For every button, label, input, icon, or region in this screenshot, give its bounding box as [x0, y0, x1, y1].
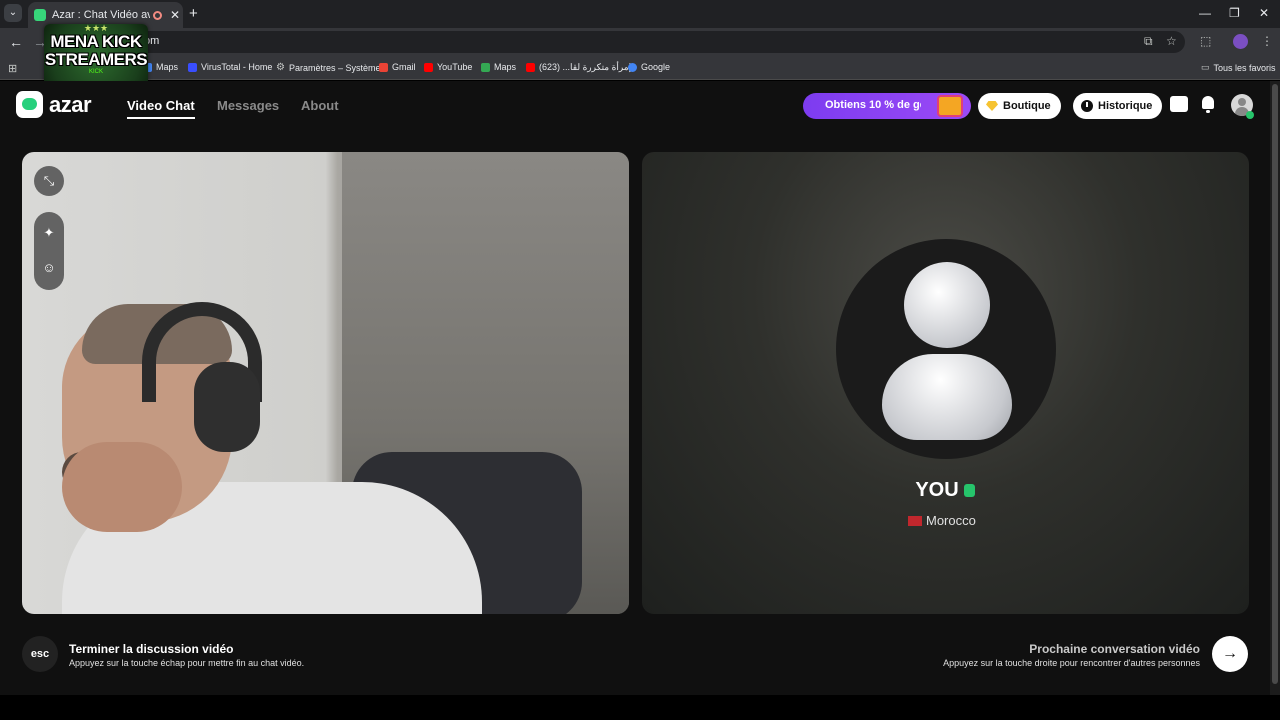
avatar-head [1238, 98, 1246, 106]
gem-icon [986, 101, 998, 111]
bookmark-gmail[interactable]: Gmail [379, 62, 416, 72]
menu-kebab-icon[interactable]: ⋮ [1261, 34, 1273, 48]
profile-avatar-icon[interactable] [1233, 34, 1248, 49]
gear-icon: ⚙ [276, 62, 285, 73]
clock-icon [1081, 100, 1093, 112]
youtube-icon [424, 62, 433, 72]
apps-grid-icon[interactable]: ⊞ [8, 62, 17, 75]
gmail-icon [379, 62, 388, 72]
all-bookmarks-label: Tous les favoris [1213, 62, 1276, 73]
bookmarks-bar: ⊞ Maps VirusTotal - Home ⚙ Paramètres – S… [0, 56, 1280, 80]
verified-shield-icon [964, 484, 975, 497]
all-bookmarks[interactable]: ▭ Tous les favoris [1201, 62, 1276, 73]
browser-toolbar: ← → om ⧉ ☆ ⬚ ⋮ [0, 28, 1280, 56]
restore-icon[interactable]: ❐ [1229, 6, 1240, 20]
scrollbar-thumb[interactable] [1272, 84, 1278, 684]
maps-icon [481, 62, 490, 72]
history-label: Historique [1098, 100, 1153, 112]
verified-badge-icon [1246, 111, 1254, 119]
window-close-icon[interactable]: ✕ [1259, 6, 1269, 20]
next-chat-title: Prochaine conversation vidéo [1029, 642, 1200, 656]
local-video-panel: ⤡ ✦ ☺ [22, 152, 629, 614]
promo-text: Obtiens 10 % de gemmes [825, 99, 921, 111]
tab-close-icon[interactable]: ✕ [170, 8, 180, 22]
collapse-icon: ⤡ [43, 173, 55, 188]
remote-video-panel: YOU Morocco [642, 152, 1249, 614]
nav-about[interactable]: About [301, 98, 339, 113]
logo-kick-small: KICK [88, 69, 103, 75]
arrow-right-icon: → [1222, 645, 1238, 662]
google-icon [628, 62, 637, 72]
bookmark-youtube[interactable]: YouTube [424, 62, 472, 72]
address-bar[interactable]: om [60, 31, 1185, 53]
bookmark-label: Maps [156, 62, 179, 72]
shop-label: Boutique [1003, 100, 1051, 112]
bell-icon[interactable] [1200, 96, 1216, 113]
end-chat-hint: Appuyez sur la touche échap pour mettre … [69, 658, 305, 668]
tab-title: Azar : Chat Vidéo avec de nouvelles pers… [52, 9, 150, 21]
inbox-icon[interactable] [1170, 96, 1188, 112]
recording-indicator-icon [153, 10, 162, 20]
treasure-chest-icon [937, 95, 963, 117]
shop-button[interactable]: Boutique [978, 93, 1061, 119]
azar-logo[interactable]: azar [16, 91, 92, 118]
extensions-icon[interactable]: ⬚ [1200, 34, 1211, 48]
azar-app: azar Video Chat Messages About Obtiens 1… [0, 81, 1270, 695]
bookmark-label: YouTube [437, 62, 473, 72]
next-chat-hint: Appuyez sur la touche droite pour rencon… [943, 658, 1200, 668]
default-avatar-head [904, 262, 990, 348]
bookmark-star-icon[interactable]: ☆ [1166, 34, 1177, 48]
headphones-cup [194, 362, 260, 452]
azar-logo-icon [16, 91, 43, 118]
bookmark-maps-2[interactable]: Maps [481, 62, 516, 72]
remote-name: YOU [915, 479, 959, 501]
face-filter-icon[interactable]: ☺ [34, 260, 64, 275]
bookmark-label: Paramètres – Système [288, 62, 381, 73]
nav-messages[interactable]: Messages [217, 98, 279, 113]
folder-icon: ▭ [1201, 62, 1210, 72]
new-tab-icon[interactable]: + [189, 5, 198, 22]
bookmark-label: Maps [494, 62, 517, 72]
youtube-icon [526, 63, 535, 72]
magic-wand-icon[interactable]: ✦ [34, 225, 64, 241]
minimize-video-button[interactable]: ⤡ [34, 166, 64, 196]
bottom-band [0, 695, 1280, 720]
minimize-icon[interactable]: — [1199, 6, 1211, 20]
bookmark-label: Gmail [392, 62, 416, 72]
morocco-flag-icon [908, 515, 922, 526]
virustotal-icon [188, 62, 197, 72]
country-label: Morocco [926, 513, 976, 528]
mena-kick-streamers-logo: ★★★ MENA KICK STREAMERS KICK [44, 24, 148, 86]
gems-promo-button[interactable]: Obtiens 10 % de gemmes [803, 93, 971, 119]
bookmark-maps-1[interactable]: Maps [143, 62, 178, 72]
bookmark-google[interactable]: Google [628, 62, 670, 72]
nav-video-chat[interactable]: Video Chat [127, 98, 195, 113]
back-icon[interactable]: ← [9, 34, 23, 50]
person-hand [62, 442, 182, 532]
active-tab-underline [127, 117, 195, 119]
bookmark-label: VirusTotal - Home [201, 62, 273, 72]
default-avatar-body [882, 354, 1012, 440]
end-chat-button[interactable]: esc [22, 636, 58, 672]
azar-wordmark: azar [49, 91, 92, 117]
effects-toolbar: ✦ ☺ [34, 212, 64, 290]
bookmark-youtube-video[interactable]: إمرأة متكررة لقا... (623) [526, 62, 631, 73]
bookmark-virustotal[interactable]: VirusTotal - Home [188, 62, 272, 72]
azar-favicon-icon [34, 9, 46, 21]
bookmark-settings[interactable]: ⚙ Paramètres – Système [276, 62, 381, 73]
tab-search-icon[interactable]: ⌄ [4, 4, 22, 22]
remote-country: Morocco [908, 513, 976, 528]
logo-line-2: STREAMERS [44, 50, 148, 69]
end-chat-title: Terminer la discussion vidéo [69, 642, 234, 656]
history-button[interactable]: Historique [1073, 93, 1163, 119]
next-chat-button[interactable]: → [1212, 636, 1248, 672]
bookmark-label: إمرأة متكررة لقا... (623) [539, 62, 632, 72]
cast-icon[interactable]: ⧉ [1144, 34, 1153, 49]
bookmark-label: Google [641, 62, 671, 72]
logo-line-1: MENA KICK [50, 32, 142, 51]
browser-tab-bar: ⌄ Azar : Chat Vidéo avec de nouvelles pe… [0, 0, 1280, 28]
